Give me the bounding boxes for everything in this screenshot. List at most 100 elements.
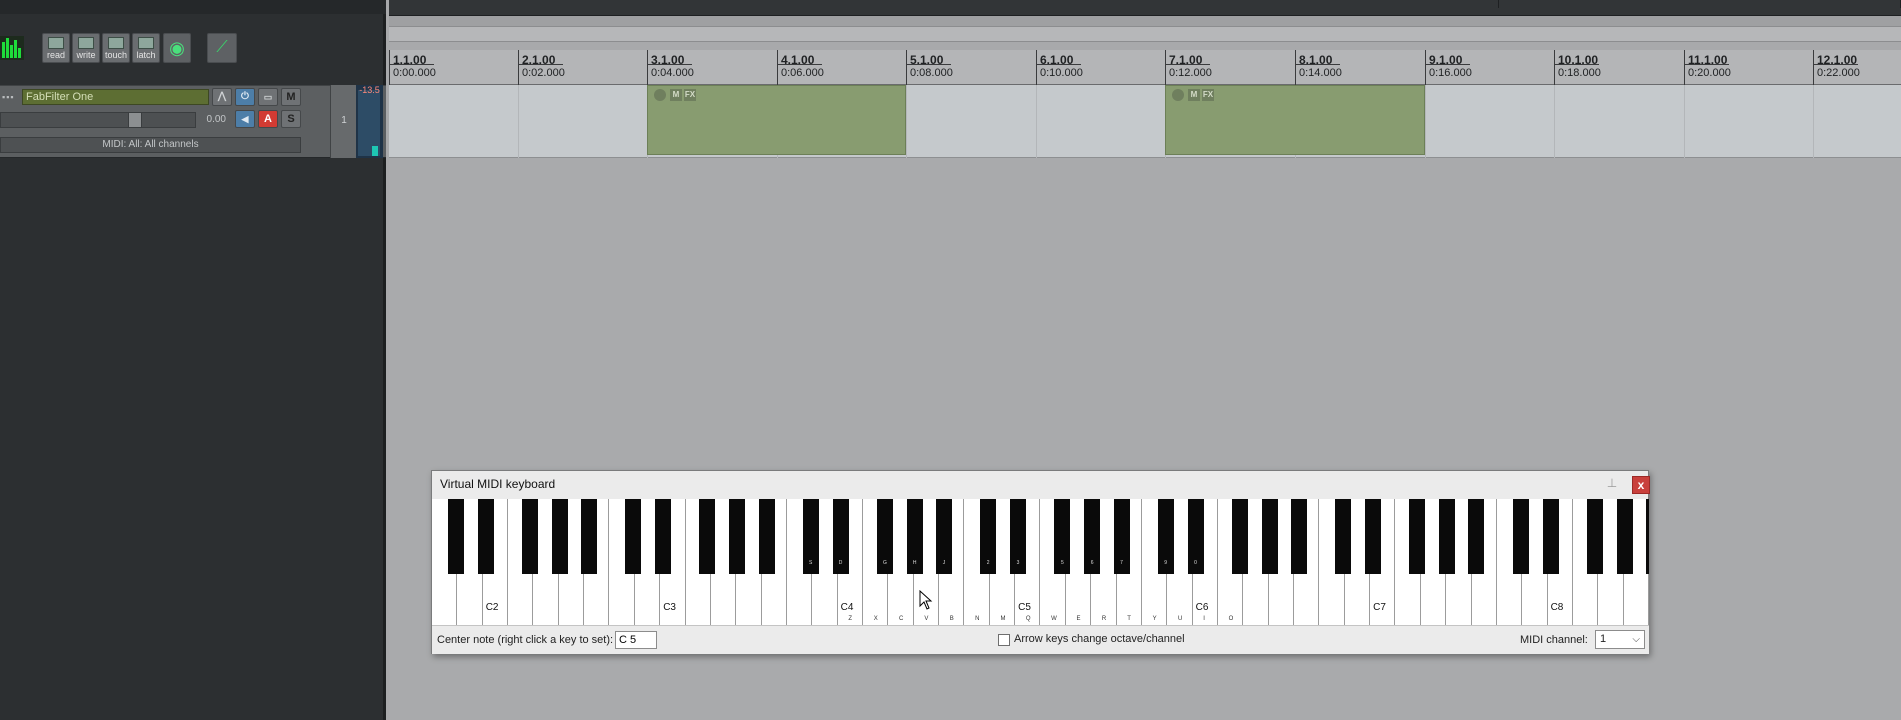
ruler-mark: 6.1.00 0:10.000 [1036,50,1083,85]
black-key[interactable] [1645,499,1649,574]
close-button[interactable]: x [1632,476,1650,494]
item-fx-button[interactable]: FX [684,89,696,101]
show-envelopes-eye-icon[interactable]: ◉ [163,33,191,63]
mute-button[interactable]: M [281,88,301,106]
read-automation-icon [48,37,64,49]
octave-label: C7 [1373,602,1386,613]
black-key[interactable] [1468,499,1485,574]
black-key[interactable] [1616,499,1633,574]
volume-slider-thumb[interactable] [128,112,142,128]
write-automation-button[interactable]: write [72,33,100,63]
black-key[interactable]: J [936,499,953,574]
track-envelope-icon[interactable]: ⋀ [212,88,232,106]
timeline-ruler[interactable]: 1.1.00 0:00.000 2.1.00 0:02.000 3.1.00 0:04… [389,50,1901,85]
piano-keyboard[interactable]: S D G H J 2 3 5 6 7 9 0 C2 C3 C4 C5 C6 C7 C8 Z X C V B N M Q W E R T Y U… [432,499,1649,625]
black-key[interactable]: 2 [980,499,997,574]
center-note-input[interactable] [615,631,657,649]
item-mute-button[interactable]: M [1188,89,1200,101]
key-shortcut-label: D [838,560,843,566]
black-key[interactable]: S [802,499,819,574]
grid-line [1813,85,1814,158]
track-grip-icon[interactable]: ▪▪▪ [2,91,22,103]
black-key[interactable] [1586,499,1603,574]
black-key[interactable]: D [832,499,849,574]
black-key[interactable] [758,499,775,574]
black-key[interactable]: 0 [1187,499,1204,574]
item-volume-knob-icon[interactable] [654,89,666,101]
peak-readout: -13.5 [359,85,380,95]
input-monitor-icon[interactable]: ◀ [235,110,255,128]
track-name-field[interactable]: FabFilter One [22,89,209,105]
black-key[interactable] [581,499,598,574]
black-key[interactable]: 7 [1113,499,1130,574]
midi-item[interactable]: M FX [647,85,906,155]
grid-line [1036,85,1037,158]
black-key[interactable] [1365,499,1382,574]
arrange-top-bar [389,0,1901,16]
black-key[interactable] [551,499,568,574]
octave-label: C5 [1018,602,1031,613]
record-arm-button[interactable]: A [258,110,278,128]
black-key[interactable]: 6 [1084,499,1101,574]
track-header[interactable]: ▪▪▪ FabFilter One ⋀ ⏻ ▭ M 0.00 ◀ A S MID… [0,85,386,158]
black-key[interactable] [1542,499,1559,574]
black-key[interactable]: 3 [1010,499,1027,574]
tcp-top-bar [0,0,386,14]
phase-icon[interactable]: ⏻ [235,88,255,106]
window-title: Virtual MIDI keyboard [440,477,556,491]
key-shortcut-label: G [883,560,887,566]
black-key[interactable] [1409,499,1426,574]
ruler-mark: 10.1.00 0:18.000 [1554,50,1601,85]
mixer-meter-icon[interactable] [0,36,24,60]
key-shortcut-label: S [809,560,813,566]
ruler-mark: 11.1.00 0:20.000 [1684,50,1731,85]
touch-automation-button[interactable]: touch [102,33,130,63]
black-key[interactable] [522,499,538,574]
black-key[interactable]: G [876,499,893,574]
horizontal-scrollbar[interactable] [389,26,1901,42]
black-key[interactable]: H [906,499,923,574]
black-key[interactable] [1512,499,1529,574]
key-shortcut-label: I [1203,616,1205,622]
black-key[interactable] [1231,499,1248,574]
key-shortcut-label: Q [1025,616,1031,622]
item-fx-button[interactable]: FX [1202,89,1214,101]
octave-label: C8 [1550,602,1564,613]
pin-icon[interactable]: ⊥ [1605,476,1619,490]
arrow-keys-checkbox[interactable] [998,634,1010,646]
volume-slider[interactable] [0,112,196,128]
key-shortcut-label: Z [848,616,853,622]
envelope-icon[interactable]: ⟋ [207,33,237,63]
virtual-midi-keyboard-window[interactable]: Virtual MIDI keyboard ⊥ x S D G H J 2 3 5 6 7 9 0 C2… [431,470,1650,654]
ruler-mark: 12.1.00 0:22.000 [1813,50,1860,85]
black-key[interactable] [477,499,494,574]
touch-automation-icon [108,37,124,49]
solo-button[interactable]: S [281,110,301,128]
black-key[interactable] [447,499,464,574]
black-key[interactable] [655,499,672,574]
item-mute-button[interactable]: M [670,89,682,101]
key-shortcut-label: H [912,560,917,566]
key-shortcut-label: 5 [1061,560,1064,566]
midi-input-selector[interactable]: MIDI: All: All channels [0,137,301,153]
black-key[interactable] [1439,499,1456,574]
black-key[interactable] [1290,499,1307,574]
black-key[interactable]: 9 [1157,499,1174,574]
item-volume-knob-icon[interactable] [1172,89,1184,101]
grid-line [518,85,519,158]
midi-item[interactable]: M FX [1165,85,1425,155]
black-key[interactable] [1261,499,1278,574]
fx-chain-icon[interactable]: ▭ [258,88,278,106]
black-key[interactable] [625,499,642,574]
track-vu-meter[interactable]: -13.5 [356,85,383,158]
track-lane[interactable] [389,85,1901,158]
black-key[interactable] [729,499,746,574]
midi-channel-select[interactable]: 1 ⌵ [1595,630,1645,649]
black-key[interactable] [1335,499,1352,574]
latch-automation-button[interactable]: latch [132,33,160,63]
black-key[interactable]: 5 [1054,499,1071,574]
ruler-mark: 4.1.00 0:06.000 [777,50,824,85]
black-key[interactable] [699,499,716,574]
key-shortcut-label: 6 [1090,560,1094,566]
read-automation-button[interactable]: read [42,33,70,63]
